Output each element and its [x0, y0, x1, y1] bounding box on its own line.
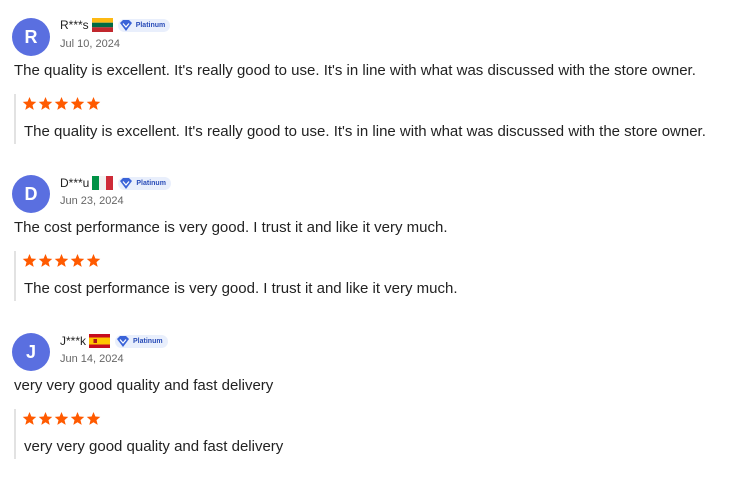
reviewer-name: R***s	[60, 18, 89, 32]
star-rating	[22, 253, 101, 268]
reviewer-info: J***k Platinum	[60, 333, 168, 349]
avatar[interactable]: J	[12, 333, 50, 371]
star-rating	[22, 96, 101, 111]
star-icon	[38, 96, 53, 110]
flag-italy-icon	[92, 176, 114, 190]
star-icon	[54, 411, 69, 425]
star-icon	[86, 411, 101, 425]
star-icon	[70, 253, 85, 267]
badge-label: Platinum	[136, 179, 166, 187]
star-icon	[70, 96, 85, 110]
review-detail-text: very very good quality and fast delivery	[24, 438, 284, 455]
review-text: very very good quality and fast delivery	[14, 377, 274, 394]
star-icon	[38, 253, 53, 267]
flag-spain-icon	[89, 334, 111, 348]
star-rating	[22, 411, 101, 426]
star-icon	[22, 253, 37, 267]
review-detail: very very good quality and fast delivery	[14, 409, 283, 459]
star-icon	[22, 96, 37, 110]
review-date: Jul 10, 2024	[60, 38, 120, 50]
diamond-icon	[120, 177, 133, 189]
diamond-icon	[117, 335, 130, 347]
review-date: Jun 14, 2024	[60, 353, 124, 365]
reviewer-name: J***k	[60, 334, 87, 348]
diamond-icon	[119, 19, 132, 31]
platinum-badge: Platinum	[118, 176, 171, 190]
star-icon	[86, 96, 101, 110]
star-icon	[70, 411, 85, 425]
reviewer-info: D***u Platinum	[60, 175, 171, 191]
review-detail-text: The quality is excellent. It's really go…	[24, 123, 706, 140]
star-icon	[38, 411, 53, 425]
avatar[interactable]: R	[12, 18, 50, 56]
reviewer-info: R***s Platinum	[60, 17, 171, 33]
review-date: Jun 23, 2024	[60, 195, 124, 207]
platinum-badge: Platinum	[115, 334, 168, 348]
reviewer-name: D***u	[60, 176, 90, 190]
review-text: The quality is excellent. It's really go…	[14, 62, 696, 79]
platinum-badge: Platinum	[117, 18, 171, 32]
star-icon	[86, 253, 101, 267]
star-icon	[54, 253, 69, 267]
review-text: The cost performance is very good. I tru…	[14, 219, 448, 236]
review-detail: The cost performance is very good. I tru…	[14, 251, 458, 301]
flag-lithuania-icon	[91, 18, 113, 32]
avatar[interactable]: D	[12, 175, 50, 213]
review-detail-text: The cost performance is very good. I tru…	[24, 280, 458, 297]
badge-label: Platinum	[135, 21, 166, 29]
review-detail: The quality is excellent. It's really go…	[14, 94, 706, 144]
star-icon	[22, 411, 37, 425]
star-icon	[54, 96, 69, 110]
badge-label: Platinum	[133, 337, 163, 345]
